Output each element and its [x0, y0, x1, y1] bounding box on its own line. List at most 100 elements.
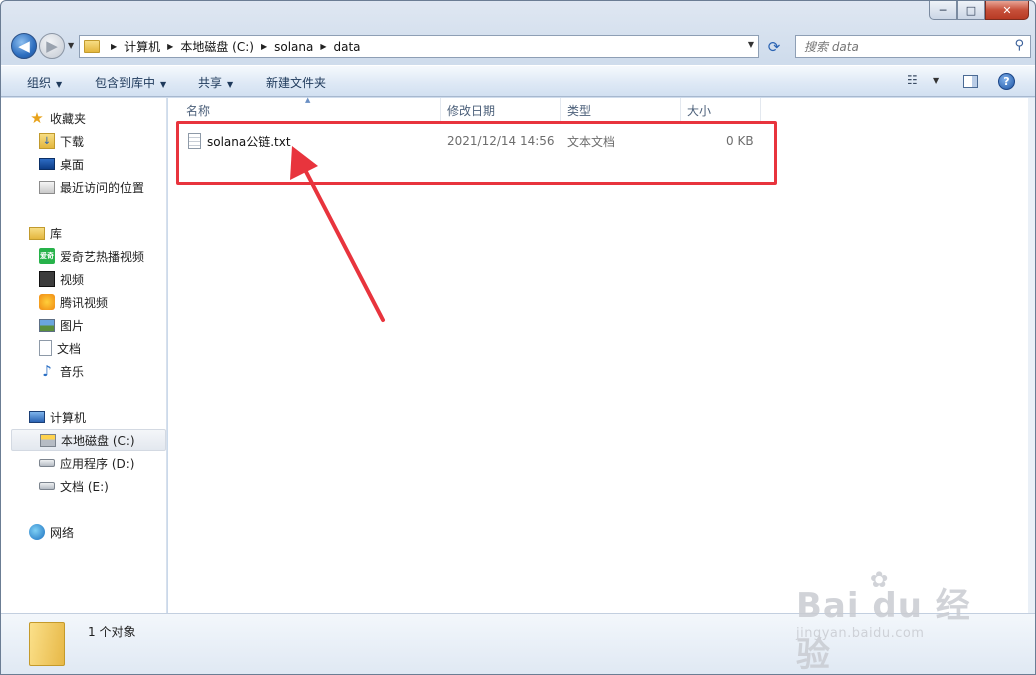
sidebar-item-label: 图片: [60, 318, 85, 333]
sidebar-item-label: 最近访问的位置: [60, 180, 145, 195]
sidebar-item-drive-e[interactable]: 文档 (E:): [39, 475, 165, 497]
search-input[interactable]: [804, 39, 1004, 54]
system-drive-icon: [40, 433, 56, 447]
library-icon: [29, 226, 45, 240]
back-button[interactable]: ◀: [11, 33, 37, 59]
chevron-right-icon[interactable]: ▶: [167, 42, 173, 51]
close-button[interactable]: ✕: [985, 1, 1029, 20]
organize-label: 组织: [27, 76, 52, 90]
column-header-row: ▲ 名称 修改日期 类型 大小: [168, 96, 1028, 122]
breadcrumb-data[interactable]: data: [334, 40, 361, 54]
folder-icon: [29, 622, 65, 666]
new-folder-button[interactable]: 新建文件夹: [266, 74, 326, 91]
annotation-arrow-head: [290, 146, 318, 180]
command-bar: 组织 ▼ 包含到库中 ▼ 共享 ▼ 新建文件夹 ☷ ▼ ?: [1, 65, 1035, 97]
window-caption-buttons: ─ □ ✕: [929, 1, 1029, 20]
minimize-button[interactable]: ─: [929, 1, 957, 20]
column-header-type[interactable]: 类型: [561, 98, 681, 122]
include-library-button[interactable]: 包含到库中 ▼: [95, 74, 166, 91]
chevron-down-icon: ▼: [56, 80, 63, 89]
status-item-count: 1 个对象: [88, 625, 136, 639]
sidebar-libraries[interactable]: 库: [29, 222, 62, 244]
star-icon: ★: [30, 109, 44, 127]
chevron-right-icon[interactable]: ▶: [111, 42, 117, 51]
view-options-icon[interactable]: ☷: [907, 73, 918, 87]
drive-icon: [39, 482, 55, 490]
chevron-right-icon[interactable]: ▶: [320, 42, 326, 51]
iqiyi-icon: 爱奇: [39, 248, 55, 264]
recent-places-icon: [39, 180, 55, 194]
annotation-arrow-shaft: [300, 162, 385, 322]
sidebar-item-label: 本地磁盘 (C:): [61, 433, 135, 448]
tencent-video-icon: [39, 294, 55, 310]
sidebar-item-pictures[interactable]: 图片: [39, 314, 165, 336]
refresh-icon[interactable]: ⟳: [763, 35, 785, 58]
content-edge: [1028, 98, 1035, 613]
file-size: 0 KB: [726, 134, 754, 148]
sidebar-item-drive-c[interactable]: 本地磁盘 (C:): [11, 429, 166, 451]
column-header-date[interactable]: 修改日期: [441, 98, 561, 122]
download-folder-icon: ↓: [39, 133, 55, 149]
sidebar-item-downloads[interactable]: ↓ 下载: [39, 130, 165, 152]
sidebar-computer[interactable]: 计算机: [29, 406, 86, 428]
include-library-label: 包含到库中: [95, 76, 156, 90]
status-bar: 1 个对象: [1, 613, 1035, 674]
sidebar-item-videos[interactable]: 视频: [39, 268, 165, 290]
column-header-name[interactable]: ▲ 名称: [168, 96, 441, 122]
breadcrumb-drive-c[interactable]: 本地磁盘 (C:): [180, 38, 254, 55]
sidebar-favorites-label: 收藏夹: [50, 111, 87, 126]
navigation-pane: ★ 收藏夹 ↓ 下载 桌面 最近访问的位置 库 爱奇 爱奇艺热播视频 视频 腾讯…: [1, 98, 167, 613]
search-icon[interactable]: ⚲: [1014, 38, 1024, 53]
sidebar-network[interactable]: 网络: [29, 521, 74, 543]
column-header-label: 名称: [186, 103, 211, 118]
computer-icon: [29, 411, 45, 423]
network-icon: [29, 524, 45, 540]
sidebar-network-label: 网络: [50, 525, 75, 540]
sidebar-item-label: 音乐: [60, 364, 85, 379]
sidebar-item-iqiyi[interactable]: 爱奇 爱奇艺热播视频: [39, 245, 165, 267]
sidebar-item-label: 桌面: [60, 157, 85, 172]
sidebar-item-desktop[interactable]: 桌面: [39, 153, 165, 175]
sort-ascending-icon: ▲: [305, 96, 311, 104]
music-note-icon: ♪: [42, 362, 52, 380]
sidebar-item-label: 腾讯视频: [60, 295, 109, 310]
chevron-down-icon: ▼: [227, 80, 234, 89]
breadcrumb-solana[interactable]: solana: [274, 40, 313, 54]
sidebar-item-music[interactable]: ♪ 音乐: [39, 360, 165, 382]
breadcrumb-computer[interactable]: 计算机: [124, 38, 160, 55]
sidebar-item-label: 下载: [60, 134, 85, 149]
sidebar-item-tencent-video[interactable]: 腾讯视频: [39, 291, 165, 313]
column-header-label: 大小: [687, 103, 712, 118]
maximize-button[interactable]: □: [957, 1, 985, 20]
search-box[interactable]: ⚲: [795, 35, 1031, 58]
organize-button[interactable]: 组织 ▼: [27, 74, 62, 91]
explorer-window: ─ □ ✕ ◀ ▶ ▼ ▶ 计算机 ▶ 本地磁盘 (C:) ▶ solana ▶…: [0, 0, 1036, 675]
chevron-right-icon[interactable]: ▶: [261, 42, 267, 51]
sidebar-item-label: 文档: [57, 341, 82, 356]
chevron-down-icon[interactable]: ▼: [748, 40, 754, 49]
share-button[interactable]: 共享 ▼: [198, 74, 233, 91]
pictures-icon: [39, 318, 55, 332]
file-type: 文本文档: [567, 134, 616, 149]
folder-icon: [84, 40, 100, 53]
chevron-down-icon[interactable]: ▼: [933, 76, 939, 85]
drive-icon: [39, 459, 55, 467]
sidebar-item-documents[interactable]: 文档: [39, 337, 165, 359]
file-row[interactable]: solana公链.txt 2021/12/14 14:56 文本文档 0 KB: [168, 128, 768, 154]
preview-pane-icon[interactable]: [963, 75, 978, 88]
file-name: solana公链.txt: [207, 134, 291, 149]
help-button[interactable]: ?: [998, 73, 1015, 90]
sidebar-favorites[interactable]: ★ 收藏夹: [29, 107, 86, 129]
column-header-label: 类型: [567, 103, 592, 118]
sidebar-item-label: 视频: [60, 272, 85, 287]
history-dropdown-icon[interactable]: ▼: [68, 41, 74, 50]
desktop-icon: [39, 158, 55, 170]
sidebar-item-recent-places[interactable]: 最近访问的位置: [39, 176, 165, 198]
column-header-label: 修改日期: [447, 103, 496, 118]
forward-button[interactable]: ▶: [39, 33, 65, 59]
file-name-cell[interactable]: solana公链.txt: [188, 133, 291, 150]
column-header-size[interactable]: 大小: [681, 98, 761, 122]
video-library-icon: [39, 271, 55, 287]
address-bar[interactable]: ▶ 计算机 ▶ 本地磁盘 (C:) ▶ solana ▶ data ▼: [79, 35, 759, 58]
sidebar-item-drive-d[interactable]: 应用程序 (D:): [39, 452, 165, 474]
